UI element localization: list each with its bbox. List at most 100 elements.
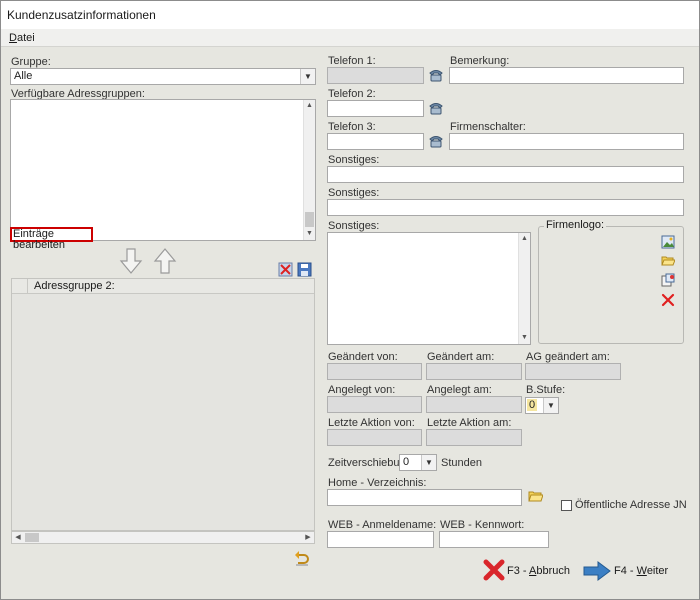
letzte-aktion-am-label: Letzte Aktion am: (427, 417, 512, 429)
phone-icon[interactable] (428, 101, 444, 115)
menu-file-label: atei (16, 32, 35, 44)
geaendert-von-label: Geändert von: (328, 351, 398, 363)
telefon1-label: Telefon 1: (328, 55, 376, 67)
grid-header-title: Adressgruppe 2: (34, 280, 115, 292)
geaendert-von-field (327, 363, 422, 380)
grid-header: Adressgruppe 2: (12, 279, 314, 294)
oeffentlich-label: Öffentliche Adresse JN (575, 499, 687, 511)
angelegt-am-label: Angelegt am: (427, 384, 492, 396)
chevron-down-icon[interactable]: ▼ (421, 455, 436, 470)
scroll-down-icon[interactable]: ▼ (519, 332, 530, 344)
sonstiges-scrollbar[interactable]: ▲ ▼ (518, 233, 530, 344)
gruppe-value: Alle (14, 70, 33, 82)
firmenlogo-label: Firmenlogo: (544, 219, 607, 231)
bemerkung-label: Bemerkung: (450, 55, 510, 67)
ag-geaendert-am-label: AG geändert am: (526, 351, 610, 363)
close-icon (483, 559, 505, 581)
next-button[interactable]: F4 - Weiter (583, 557, 673, 585)
sonstiges2-field[interactable] (327, 199, 684, 216)
edit-entries-link[interactable]: Einträge bearbeiten (10, 227, 93, 251)
telefon2-field[interactable] (327, 100, 424, 117)
angelegt-von-label: Angelegt von: (328, 384, 396, 396)
sonstiges3-textarea[interactable]: ▲ ▼ (327, 232, 531, 345)
adressgruppen-list[interactable]: ▲ ▼ (10, 99, 316, 241)
bstufe-select[interactable]: 0 ▼ (525, 397, 559, 414)
telefon2-label: Telefon 2: (328, 88, 376, 100)
angelegt-am-field (426, 396, 522, 413)
web-anmelde-field[interactable] (327, 531, 434, 548)
ag-geaendert-am-field (525, 363, 621, 380)
delete-logo-icon[interactable] (661, 293, 675, 307)
hscroll-thumb[interactable] (25, 533, 39, 542)
arrow-right-icon (583, 561, 611, 581)
bstufe-value: 0 (527, 399, 538, 411)
save-icon[interactable] (297, 262, 312, 277)
zeitverschiebung-value: 0 (403, 456, 410, 468)
move-down-arrow-icon[interactable] (119, 247, 143, 275)
telefon3-field[interactable] (327, 133, 424, 150)
chevron-down-icon[interactable]: ▼ (543, 398, 558, 413)
cancel-rest: bbruch (536, 565, 570, 577)
letzte-aktion-von-field (327, 429, 422, 446)
home-label: Home - Verzeichnis: (328, 477, 427, 489)
letzte-aktion-von-label: Letzte Aktion von: (328, 417, 415, 429)
chevron-down-icon[interactable]: ▼ (300, 69, 315, 84)
bstufe-label: B.Stufe: (526, 384, 566, 396)
next-rest: eiter (646, 565, 669, 577)
undo-icon[interactable] (293, 549, 311, 567)
phone-icon[interactable] (428, 68, 444, 82)
cancel-prefix: F3 - (507, 565, 530, 577)
menu-bar: Datei (1, 29, 699, 47)
paste-image-icon[interactable] (661, 273, 675, 287)
phone-icon[interactable] (428, 134, 444, 148)
grid-hscrollbar[interactable]: ◀ ▶ (11, 531, 315, 544)
scroll-right-icon[interactable]: ▶ (302, 532, 314, 543)
folder-browse-icon[interactable] (528, 489, 543, 503)
geaendert-am-label: Geändert am: (427, 351, 495, 363)
letzte-aktion-am-field (426, 429, 522, 446)
scroll-left-icon[interactable]: ◀ (12, 532, 24, 543)
web-kennwort-label: WEB - Kennwort: (440, 519, 525, 531)
window-title: Kundenzusatzinformationen (7, 8, 156, 22)
next-mnemonic: W (636, 565, 647, 577)
firmenschalter-label: Firmenschalter: (450, 121, 526, 133)
telefon1-field[interactable] (327, 67, 424, 84)
next-label: F4 - Weiter (614, 565, 668, 577)
menu-file[interactable]: Datei (9, 32, 35, 44)
cancel-label: F3 - Abbruch (507, 565, 570, 577)
scroll-down-icon[interactable]: ▼ (304, 228, 315, 240)
adressgruppe-grid[interactable]: Adressgruppe 2: (11, 278, 315, 531)
grid-row-selector (12, 279, 28, 294)
menu-file-mnemonic: D (9, 32, 17, 44)
edit-entries-label: Einträge bearbeiten (13, 228, 65, 251)
web-anmelde-label: WEB - Anmeldename: (328, 519, 437, 531)
oeffentlich-checkbox[interactable] (561, 500, 572, 511)
delete-group-icon[interactable] (278, 262, 293, 277)
home-field[interactable] (327, 489, 522, 506)
folder-open-icon[interactable] (661, 254, 675, 267)
gruppe-select[interactable]: Alle ▼ (10, 68, 316, 85)
firmenschalter-field[interactable] (449, 133, 684, 150)
zeitverschiebung-select[interactable]: 0 ▼ (399, 454, 437, 471)
gruppe-label: Gruppe: (11, 56, 51, 68)
adressgruppen-scrollbar[interactable]: ▲ ▼ (303, 100, 315, 240)
dialog-window: Kundenzusatzinformationen Datei Gruppe: … (0, 0, 700, 600)
stunden-label: Stunden (441, 457, 482, 469)
geaendert-am-field (426, 363, 522, 380)
telefon3-label: Telefon 3: (328, 121, 376, 133)
scroll-up-icon[interactable]: ▲ (519, 233, 530, 245)
sonstiges1-label: Sonstiges: (328, 154, 380, 166)
next-prefix: F4 - (614, 565, 637, 577)
scroll-thumb[interactable] (305, 212, 314, 227)
bemerkung-field[interactable] (449, 67, 684, 84)
web-kennwort-field[interactable] (439, 531, 549, 548)
sonstiges1-field[interactable] (327, 166, 684, 183)
cancel-button[interactable]: F3 - Abbruch (481, 557, 571, 585)
title-bar: Kundenzusatzinformationen (1, 1, 699, 29)
scroll-up-icon[interactable]: ▲ (304, 100, 315, 112)
image-icon[interactable] (661, 235, 675, 249)
sonstiges2-label: Sonstiges: (328, 187, 380, 199)
sonstiges3-label: Sonstiges: (328, 220, 380, 232)
angelegt-von-field (327, 396, 422, 413)
move-up-arrow-icon[interactable] (153, 247, 177, 275)
